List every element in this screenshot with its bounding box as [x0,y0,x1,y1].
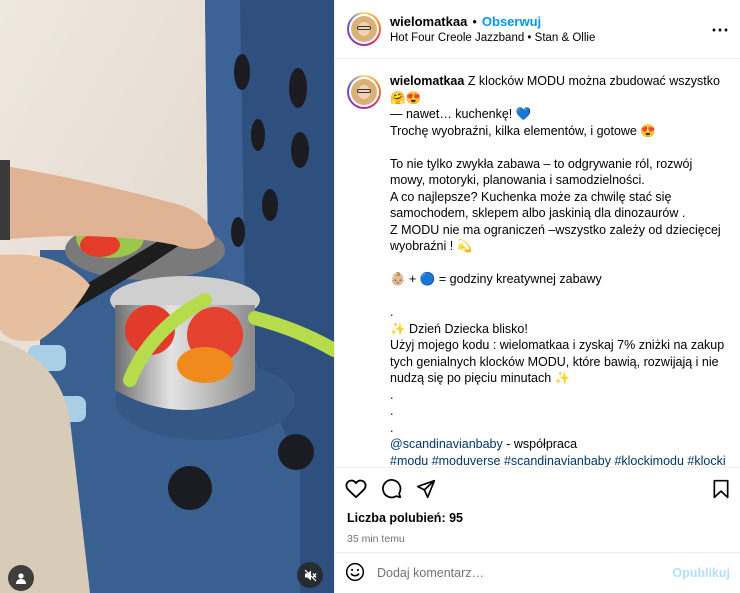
post-header: wielomatkaa • Obserwuj Hot Four Creole J… [335,0,740,59]
mute-button[interactable] [297,562,323,588]
caption-avatar[interactable] [347,75,381,109]
avatar[interactable] [347,12,381,46]
comment-input[interactable]: Dodaj komentarz… [377,566,672,580]
caption-line: ✨ Dzień Dziecka blisko! [390,321,528,336]
follow-button[interactable]: Obserwuj [482,14,541,29]
post-photo [0,0,334,593]
post-media[interactable] [0,0,334,593]
caption-line: . [390,420,394,435]
caption-line: . [390,387,394,402]
likes-count[interactable]: Liczba polubień: 95 [335,511,740,525]
separator-dot: • [472,14,477,29]
caption-line: Użyj mojego kodu : wielomatkaa i zyskaj … [390,338,728,385]
user-icon [16,573,26,584]
caption-line: A co najlepsze? Kuchenka może za chwilę … [390,189,686,221]
caption-username[interactable]: wielomatkaa [390,74,464,88]
caption-line: - współpraca [502,437,578,451]
heart-icon [345,479,367,498]
like-button[interactable] [345,479,367,499]
share-icon [416,479,436,498]
save-button[interactable] [712,479,730,502]
comment-button[interactable] [381,478,402,499]
caption-line: . [390,305,394,319]
more-options-icon[interactable]: ⋯ [711,20,730,41]
caption-line: 👶🏼 + 🔵 = godziny kreatywnej zabawy [390,272,602,286]
speaker-muted-icon [304,569,317,581]
tagged-users-button[interactable] [8,565,34,591]
bookmark-icon [713,479,729,499]
smiley-icon [345,562,365,581]
caption-section: wielomatkaa Z klocków MODU można zbudowa… [335,59,740,467]
hashtags[interactable]: #modu #moduverse #scandinavianbaby #kloc… [390,453,730,468]
publish-comment-button[interactable]: Opublikuj [672,566,730,580]
audio-track-link[interactable]: Hot Four Creole Jazzband • Stan & Ollie [390,32,728,44]
caption-text: wielomatkaa Z klocków MODU można zbudowa… [390,73,730,467]
comment-box: Dodaj komentarz… Opublikuj [335,552,740,593]
post-timestamp[interactable]: 35 min temu [335,533,740,545]
caption-line: . [390,404,394,418]
action-bar [335,467,740,509]
author-username[interactable]: wielomatkaa [390,14,467,29]
comment-icon [382,479,402,499]
emoji-picker-button[interactable] [345,562,365,585]
caption-line: Z MODU nie ma ograniczeń –wszystko zależ… [390,222,725,254]
caption-line: Trochę wyobraźni, kilka elementów, i got… [390,123,656,138]
post-side-panel: wielomatkaa • Obserwuj Hot Four Creole J… [334,0,740,593]
caption-line: To nie tylko zwykła zabawa – to odgrywan… [390,156,696,188]
caption-line: — nawet… kuchenkę! 💙 [390,107,532,121]
mention-link[interactable]: @scandinavianbaby [390,437,503,451]
share-button[interactable] [416,479,436,499]
